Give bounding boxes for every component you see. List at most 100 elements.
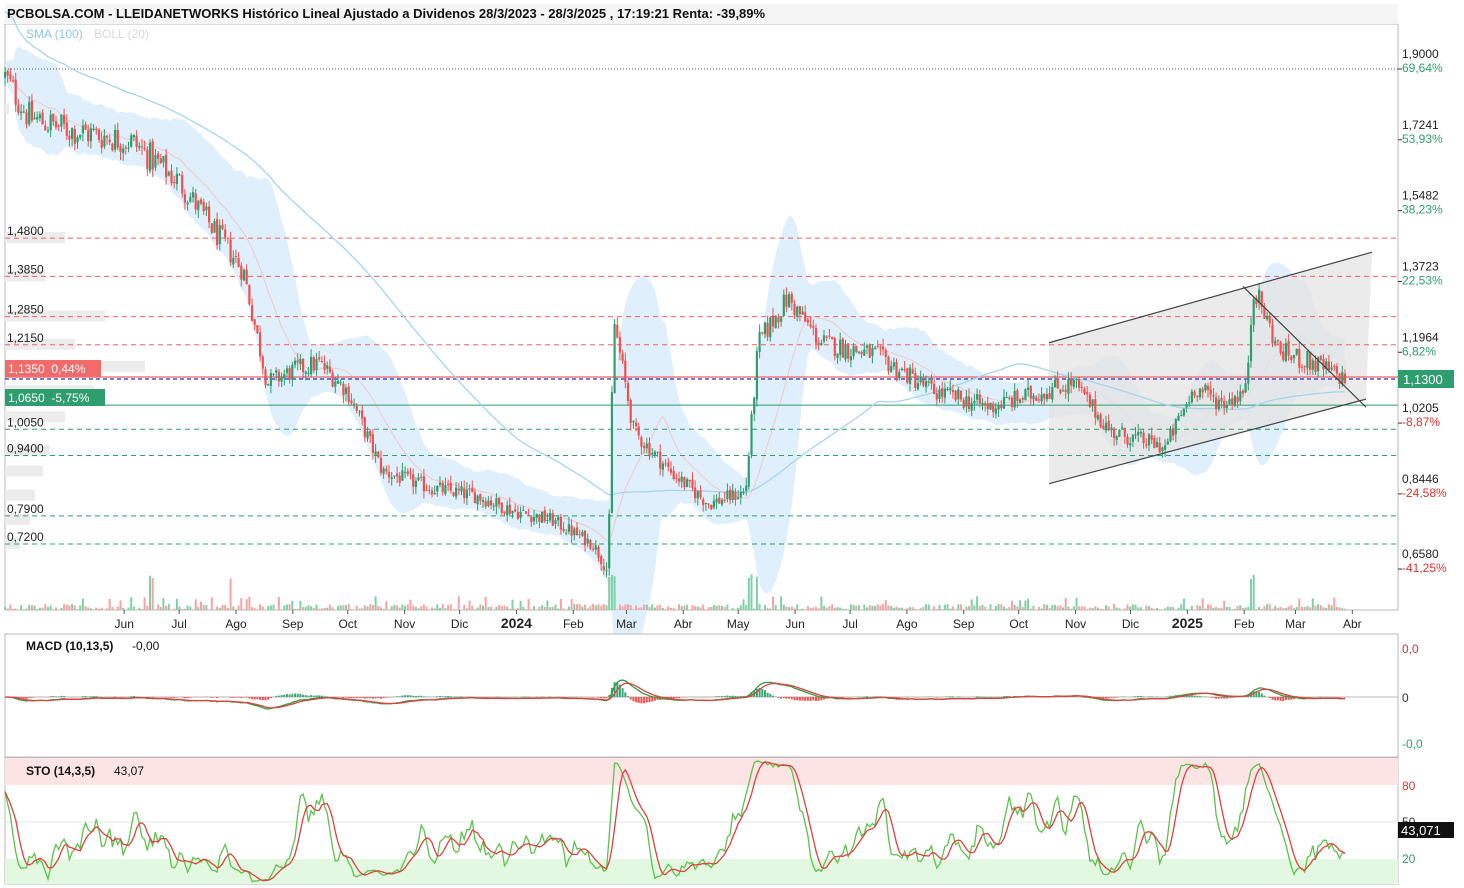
volume-bar	[868, 605, 871, 610]
candle-body	[1121, 427, 1124, 429]
right-axis-price: 1,0205	[1402, 401, 1439, 415]
candle-body	[653, 451, 656, 455]
volume-bar	[1166, 606, 1169, 610]
macd-histogram-bar	[863, 696, 866, 697]
candle-body	[592, 548, 595, 550]
volume-bar	[718, 605, 721, 610]
macd-histogram-bar	[291, 693, 294, 697]
candle-body	[1158, 442, 1161, 453]
volume-bar	[602, 604, 605, 610]
macd-histogram-bar	[377, 697, 380, 699]
volume-bar	[672, 608, 675, 610]
candle-body	[111, 143, 114, 151]
candle-body	[857, 351, 860, 353]
volume-bar	[369, 604, 372, 610]
volume-bar	[841, 608, 844, 610]
volume-bar	[226, 607, 229, 610]
volume-bar	[570, 599, 573, 610]
candle-body	[393, 475, 396, 477]
macd-histogram-bar	[95, 696, 98, 697]
candle-body	[1206, 385, 1210, 390]
legend-sma: SMA (100)	[26, 27, 83, 41]
candle-body	[874, 347, 877, 349]
candle-body	[696, 491, 699, 499]
macd-histogram-bar	[589, 697, 592, 698]
volume-bar	[1158, 609, 1161, 610]
candle-body	[30, 100, 33, 121]
macd-histogram-bar	[640, 697, 643, 704]
volume-bar	[573, 604, 576, 610]
candle-body	[253, 319, 256, 325]
macd-histogram-bar	[173, 697, 176, 699]
volume-bar	[12, 608, 15, 610]
macd-histogram-bar	[1169, 695, 1172, 697]
x-axis-label: Mar	[616, 617, 637, 631]
candle-body	[186, 202, 189, 205]
candle-body	[479, 494, 482, 501]
volume-bar	[1220, 607, 1223, 610]
volume-bar	[890, 606, 893, 610]
volume-bar	[828, 606, 831, 610]
candle-body	[1075, 379, 1078, 381]
candle-body	[1099, 414, 1102, 427]
macd-histogram-bar	[788, 697, 791, 699]
volume-bar	[527, 598, 530, 610]
volume-bar	[984, 606, 987, 610]
macd-histogram-bar	[286, 694, 288, 697]
volume-bar	[613, 576, 616, 610]
candle-body	[970, 402, 973, 411]
volume-bar	[610, 574, 613, 610]
candle-body	[441, 483, 444, 493]
candle-body	[1013, 390, 1016, 408]
volume-bar	[1228, 606, 1231, 610]
candle-body	[471, 487, 474, 493]
volume-bar	[202, 604, 205, 610]
macd-histogram-bar	[782, 697, 785, 698]
candle-body	[1309, 352, 1312, 370]
candle-body	[737, 497, 740, 500]
macd-histogram-bar	[629, 697, 632, 700]
volume-bar	[17, 609, 20, 610]
volume-bar	[863, 604, 866, 610]
candle-body	[73, 129, 76, 144]
macd-histogram-bar	[772, 695, 774, 697]
volume-bar	[433, 608, 436, 610]
volume-bar	[1172, 607, 1175, 610]
volume-bar	[294, 609, 296, 610]
macd-histogram-bar	[1258, 691, 1261, 697]
x-axis-label: Jul	[842, 617, 857, 631]
candle-body	[285, 368, 289, 373]
candle-body	[484, 501, 487, 507]
volume-bar	[589, 606, 592, 610]
candle-body	[659, 451, 662, 469]
x-axis-label: Nov	[1065, 617, 1086, 631]
volume-bar	[965, 606, 968, 610]
candle-body	[927, 381, 930, 383]
volume-bar	[866, 607, 868, 610]
x-axis-label: Nov	[394, 617, 415, 631]
candle-body	[463, 488, 466, 498]
candle-body	[229, 239, 232, 263]
candle-body	[900, 368, 903, 371]
candle-body	[637, 426, 640, 436]
volume-bar	[538, 606, 541, 610]
volume-bar	[406, 604, 409, 610]
candle-body	[992, 403, 995, 413]
macd-bottom-tick: -0,0	[1402, 737, 1423, 751]
candle-body	[675, 477, 678, 479]
candle-body	[108, 139, 111, 143]
macd-histogram-bar	[584, 697, 586, 698]
volume-bar	[798, 609, 801, 610]
candle-body	[264, 369, 267, 386]
candle-body	[887, 356, 890, 371]
candle-body	[138, 145, 141, 148]
candle-body	[554, 519, 557, 525]
macd-histogram-bar	[441, 696, 444, 697]
macd-histogram-bar	[1314, 697, 1317, 698]
volume-bar	[224, 604, 227, 610]
macd-histogram-bar	[170, 697, 173, 699]
volume-bar	[678, 604, 680, 610]
macd-histogram-bar	[680, 697, 683, 698]
candle-body	[683, 477, 686, 488]
candle-body	[578, 534, 581, 536]
